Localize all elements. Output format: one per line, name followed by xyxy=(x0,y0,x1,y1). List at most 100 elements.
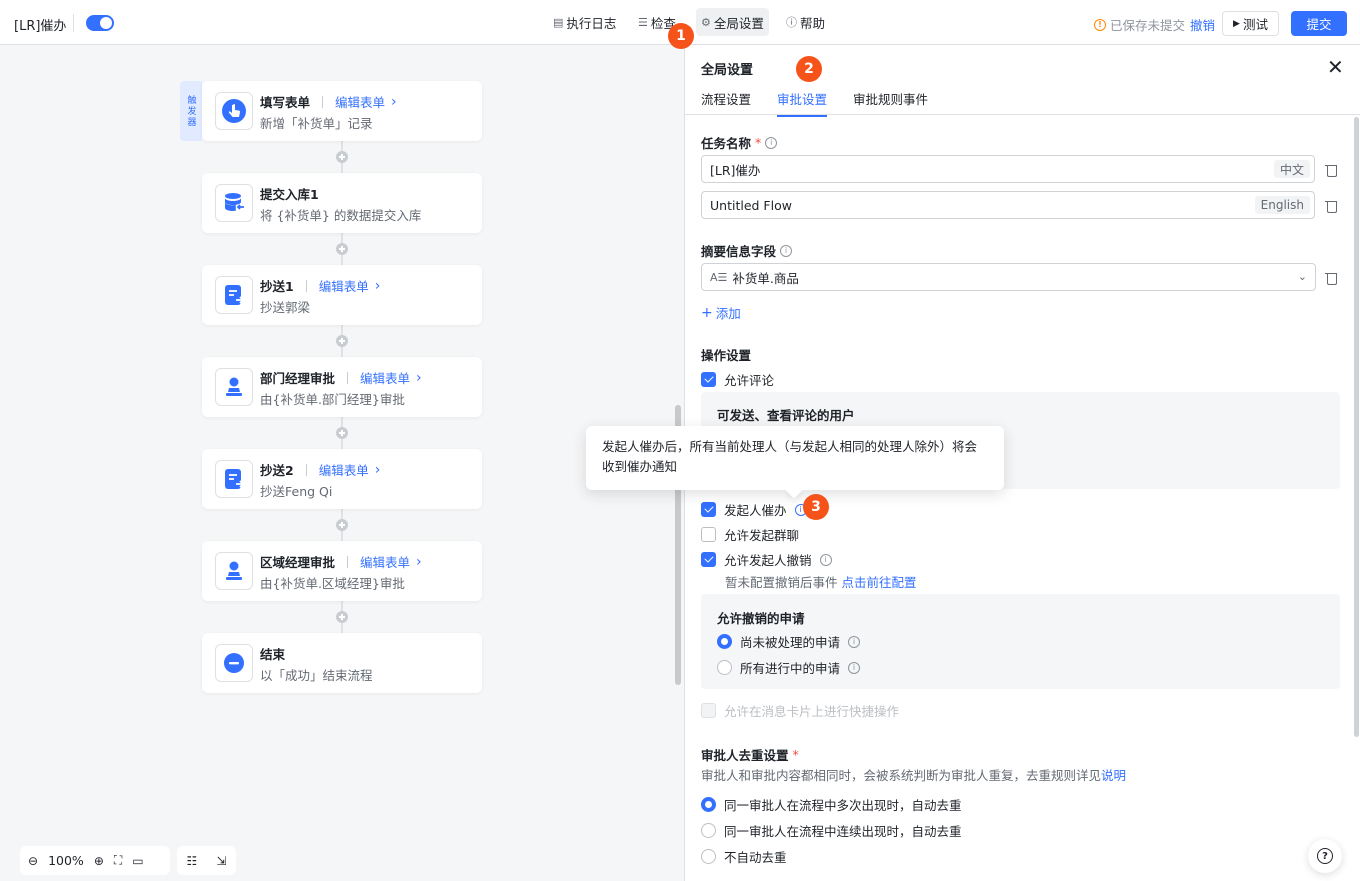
dedup-opt-consecutive[interactable]: 同一审批人在流程中连续出现时，自动去重 xyxy=(701,821,962,840)
task-name-en-input[interactable]: Untitled Flow English xyxy=(701,191,1315,219)
flow-node-fill-form[interactable]: 填写表单 编辑表单 › 新增「补货单」记录 xyxy=(202,81,482,141)
info-icon[interactable]: i xyxy=(765,136,778,149)
add-node-button[interactable] xyxy=(336,151,348,163)
collapse-icon[interactable]: ☷ xyxy=(187,854,198,868)
zoom-level: 100% xyxy=(48,853,84,868)
quick-action-checkbox xyxy=(701,703,716,718)
allow-group-chat-checkbox[interactable] xyxy=(701,527,716,542)
urge-tooltip: 发起人催办后，所有当前处理人（与发起人相同的处理人除外）将会收到催办通知 xyxy=(586,426,1004,490)
edit-form-link[interactable]: 编辑表单 › xyxy=(319,276,381,295)
summary-field-select[interactable]: A☰ 补货单.商品 ⌄ xyxy=(701,263,1316,291)
step-badge-3: 3 xyxy=(803,494,829,520)
add-summary-button[interactable]: + 添加 xyxy=(701,303,741,322)
radio-dedup-consecutive[interactable] xyxy=(701,823,716,838)
approver-icon xyxy=(226,561,242,580)
minimap-icon[interactable]: ▭ xyxy=(132,854,143,868)
end-icon xyxy=(224,653,244,673)
flow-enable-toggle[interactable] xyxy=(86,15,114,31)
edit-form-link[interactable]: 编辑表单 › xyxy=(335,92,397,111)
trash-icon[interactable] xyxy=(1325,271,1339,285)
revoke-hint: 暂未配置撤销后事件 点击前往配置 xyxy=(725,575,917,590)
revoke-opt-unprocessed[interactable]: 尚未被处理的申请 i xyxy=(717,632,861,651)
edit-form-link[interactable]: 编辑表单 › xyxy=(319,460,381,479)
add-node-button[interactable] xyxy=(336,611,348,623)
header-divider xyxy=(73,14,74,32)
edit-form-link[interactable]: 编辑表单 › xyxy=(360,368,422,387)
summary-field-label: 摘要信息字段 i xyxy=(701,241,793,260)
dedup-opt-none[interactable]: 不自动去重 xyxy=(701,847,787,866)
panel-scrollbar[interactable] xyxy=(1354,117,1359,737)
configure-revoke-link[interactable]: 点击前往配置 xyxy=(842,575,917,590)
fit-screen-icon[interactable]: ⛶ xyxy=(114,853,122,868)
add-node-button[interactable] xyxy=(336,519,348,531)
chevron-right-icon: › xyxy=(391,93,397,110)
add-node-button[interactable] xyxy=(336,335,348,347)
submit-button[interactable]: 提交 xyxy=(1291,11,1347,36)
tab-flow-settings[interactable]: 流程设置 xyxy=(701,89,751,115)
dedup-explain-link[interactable]: 说明 xyxy=(1101,768,1126,783)
flow-node-region-approval[interactable]: 区域经理审批 编辑表单 › 由{补货单.区域经理}审批 xyxy=(202,541,482,601)
info-icon[interactable]: i xyxy=(780,244,793,257)
panel-title: 全局设置 xyxy=(701,63,754,78)
dedup-opt-multiple[interactable]: 同一审批人在流程中多次出现时，自动去重 xyxy=(701,795,962,814)
close-icon[interactable]: ✕ xyxy=(1327,57,1344,77)
help-button[interactable]: ⓘ 帮助 xyxy=(781,8,830,36)
revoke-opt-all-ongoing[interactable]: 所有进行中的申请 i xyxy=(717,658,861,677)
tab-approval-settings[interactable]: 审批设置 xyxy=(777,89,828,117)
allow-comment-row[interactable]: 允许评论 xyxy=(701,370,774,389)
plus-icon: + xyxy=(701,304,713,321)
allow-comment-checkbox[interactable] xyxy=(701,372,716,387)
flow-node-cc-2[interactable]: 抄送2 编辑表单 › 抄送Feng Qi xyxy=(202,449,482,509)
floating-help-button[interactable]: ? xyxy=(1308,839,1342,873)
edit-form-link[interactable]: 编辑表单 › xyxy=(360,552,422,571)
info-icon[interactable]: i xyxy=(819,553,832,566)
question-icon: ? xyxy=(1317,848,1333,864)
allow-revoke-row[interactable]: 允许发起人撤销 i xyxy=(701,550,832,569)
tab-approval-rule-events[interactable]: 审批规则事件 xyxy=(853,89,928,115)
chevron-right-icon: › xyxy=(374,277,381,294)
flow-node-submit-storage[interactable]: 提交入库1 将 {补货单} 的数据提交入库 xyxy=(202,173,482,233)
database-icon xyxy=(225,193,244,211)
allow-revoke-checkbox[interactable] xyxy=(701,552,716,567)
radio-dedup-multiple[interactable] xyxy=(701,797,716,812)
warning-icon: ! xyxy=(1094,18,1106,31)
flow-node-end[interactable]: 结束 以「成功」结束流程 xyxy=(202,633,482,693)
add-node-button[interactable] xyxy=(336,243,348,255)
radio-unprocessed[interactable] xyxy=(717,634,732,649)
initiator-urge-checkbox[interactable] xyxy=(701,502,716,517)
step-badge-2: 2 xyxy=(796,56,822,82)
zoom-in-icon[interactable]: ⊕ xyxy=(94,854,104,868)
radio-all-ongoing[interactable] xyxy=(717,660,732,675)
info-icon[interactable]: i xyxy=(848,635,861,648)
lang-tag-zh: 中文 xyxy=(1273,160,1310,178)
chevron-down-icon: ⌄ xyxy=(1297,270,1307,283)
dedup-label: 审批人去重设置 * xyxy=(701,747,799,763)
info-icon[interactable]: i xyxy=(848,661,861,674)
cc-icon xyxy=(225,285,245,305)
global-settings-button[interactable]: ⚙ 全局设置 xyxy=(696,8,769,36)
add-node-button[interactable] xyxy=(336,427,348,439)
initiator-urge-row[interactable]: 发起人催办 i xyxy=(701,500,807,519)
flow-node-cc-1[interactable]: 抄送1 编辑表单 › 抄送郭梁 xyxy=(202,265,482,325)
play-icon: ▶ xyxy=(1233,18,1240,29)
flow-node-dept-approval[interactable]: 部门经理审批 编辑表单 › 由{补货单.部门经理}审批 xyxy=(202,357,482,417)
revoke-scope-box: 允许撤销的申请 尚未被处理的申请 i 所有进行中的申请 i xyxy=(701,594,1340,689)
quick-action-row: 允许在消息卡片上进行快捷操作 xyxy=(701,701,899,720)
execution-log-button[interactable]: ▤ 执行日志 xyxy=(548,8,621,36)
trash-icon[interactable] xyxy=(1325,163,1339,177)
approver-icon xyxy=(226,377,242,396)
task-name-label: 任务名称 * i xyxy=(701,133,778,152)
zoom-out-icon[interactable]: ⊖ xyxy=(28,854,38,868)
allow-group-chat-row[interactable]: 允许发起群聊 xyxy=(701,525,799,544)
trash-icon[interactable] xyxy=(1325,199,1339,213)
undo-button[interactable]: 撤销 xyxy=(1190,15,1215,34)
hand-tap-icon xyxy=(222,99,246,123)
test-button[interactable]: ▶ 测试 xyxy=(1222,11,1279,36)
flow-title: [LR]催办 xyxy=(14,19,67,34)
task-name-zh-input[interactable]: [LR]催办 中文 xyxy=(701,155,1315,183)
ops-settings-label: 操作设置 xyxy=(701,348,752,363)
zoom-toolbar: ⊖ 100% ⊕ ⛶ ▭ xyxy=(20,846,170,875)
check-list-icon: ☰ xyxy=(638,15,648,29)
expand-icon[interactable]: ⇲ xyxy=(216,854,226,868)
radio-dedup-none[interactable] xyxy=(701,849,716,864)
